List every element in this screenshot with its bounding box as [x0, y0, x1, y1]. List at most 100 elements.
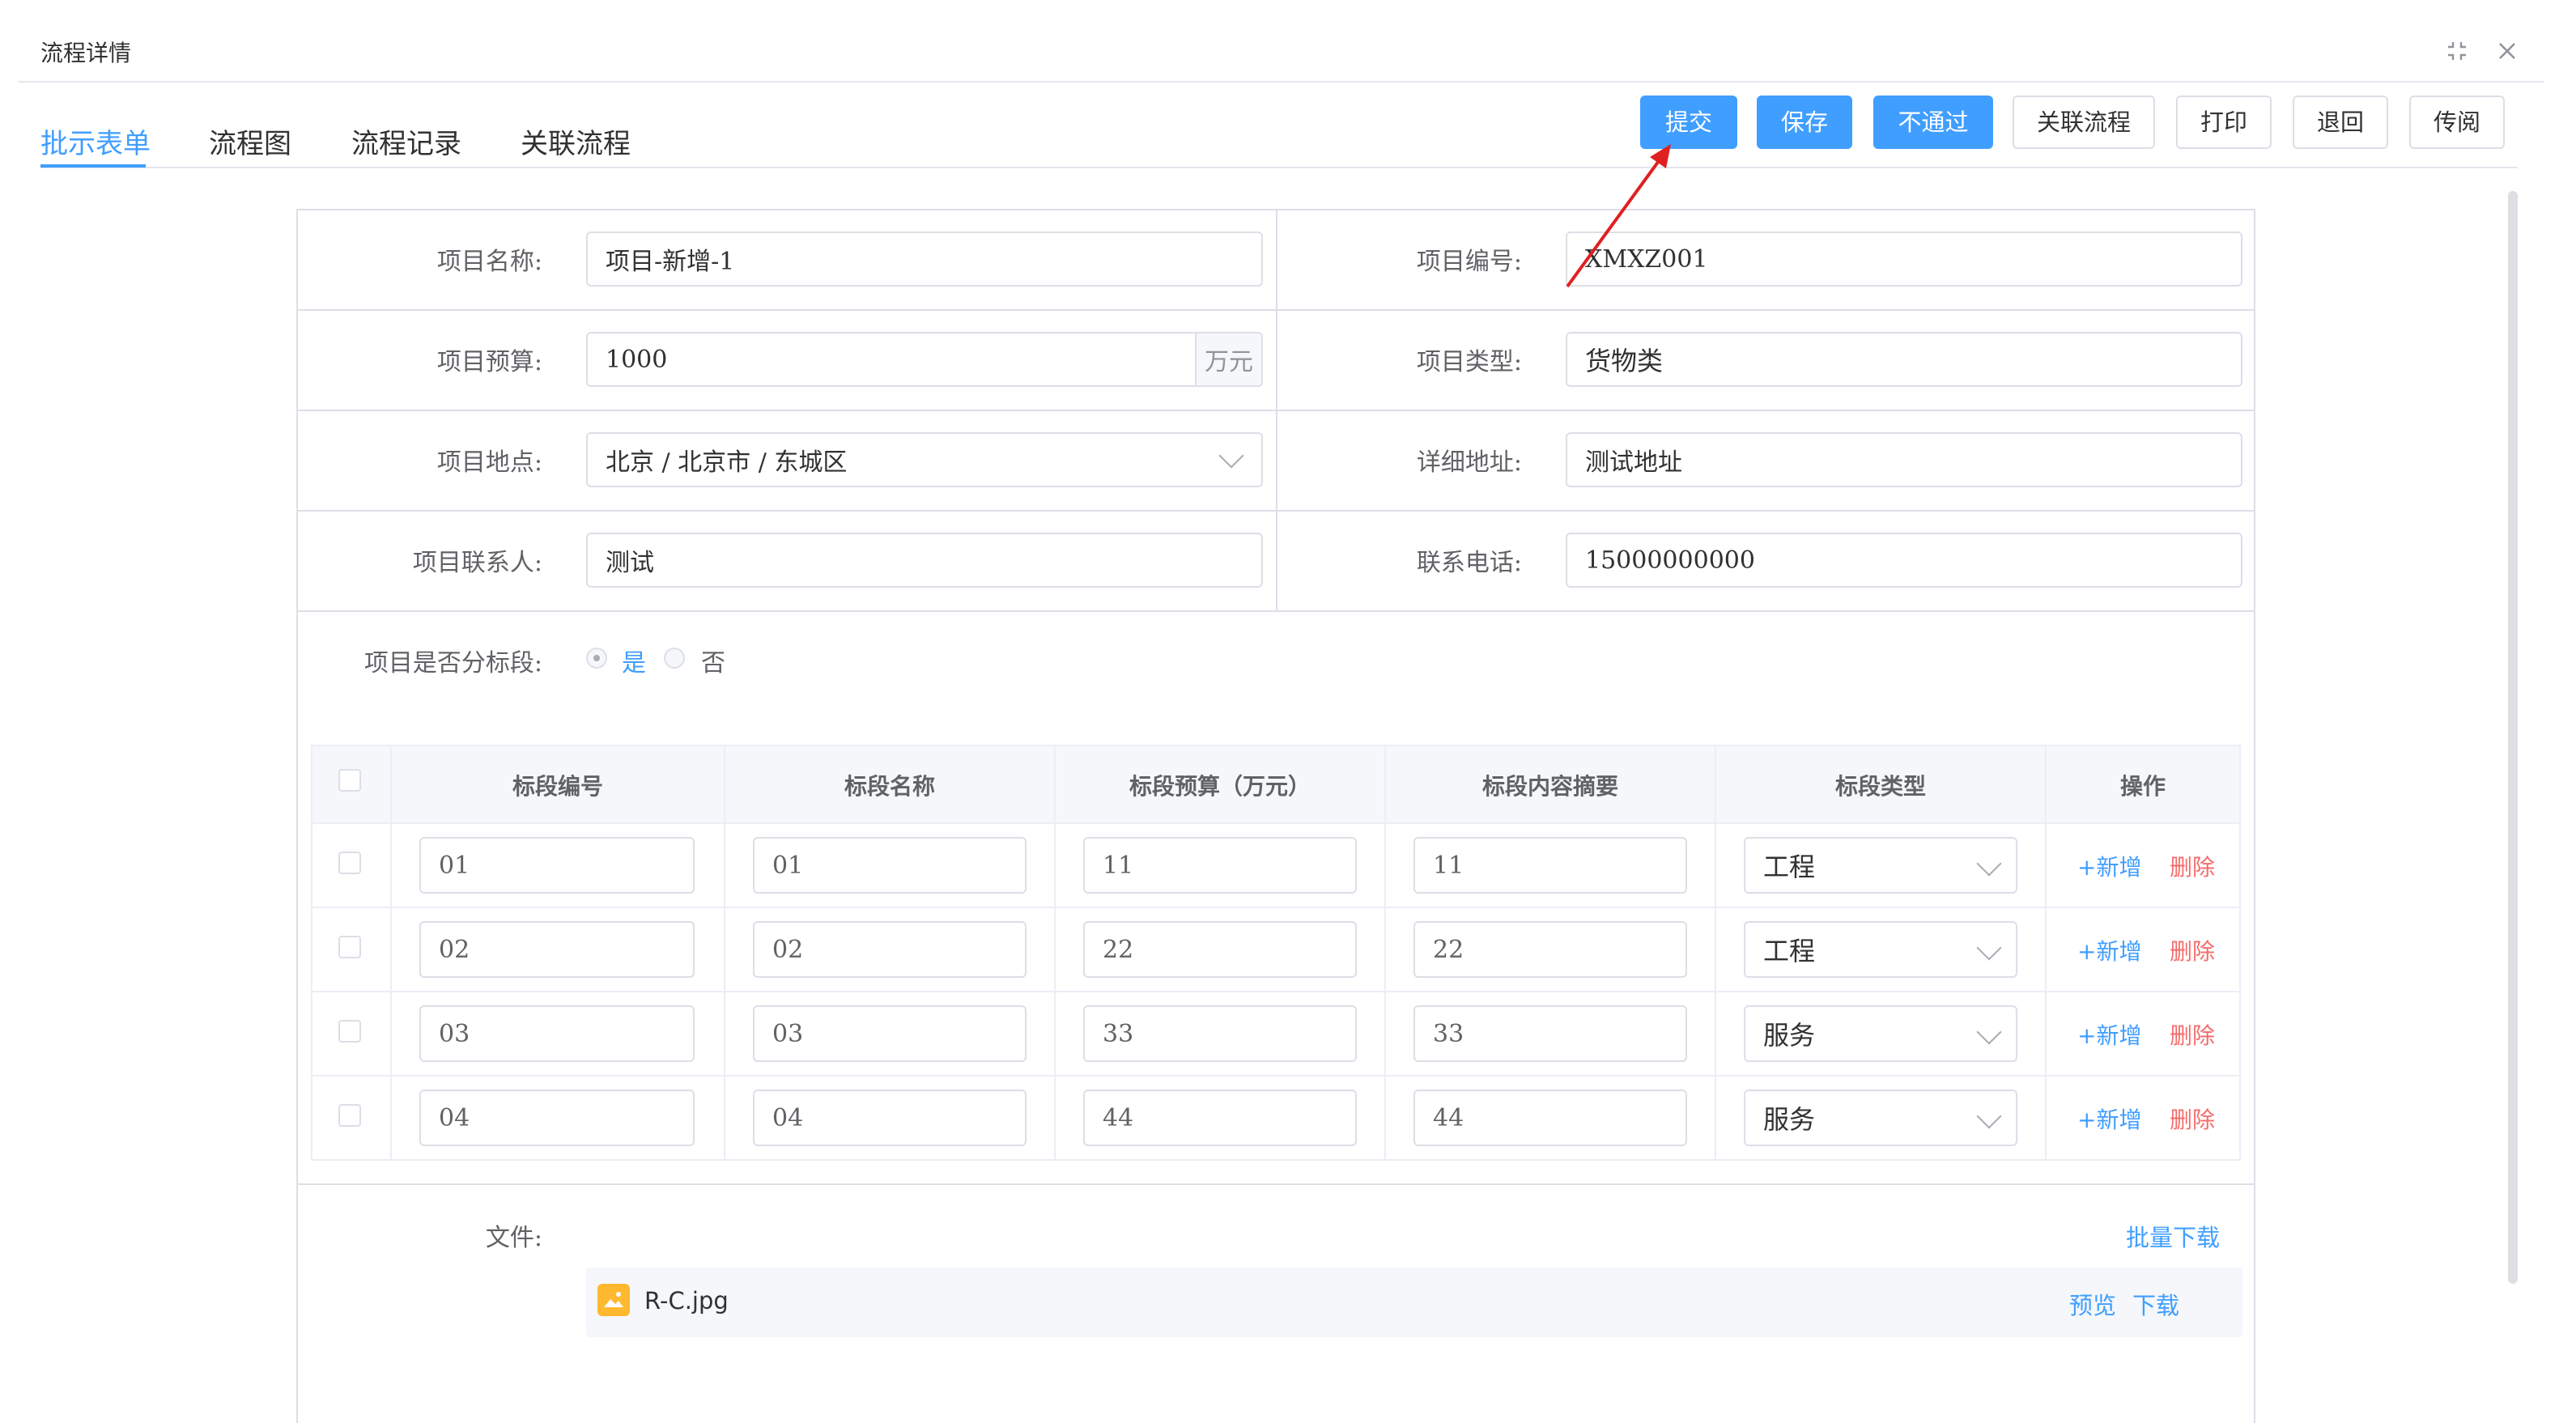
project-name-label: 项目名称:	[436, 248, 542, 276]
location-value: 北京 / 北京市 / 东城区	[606, 448, 848, 477]
segment-code-input[interactable]: 02	[419, 921, 695, 978]
print-button[interactable]: 打印	[2176, 96, 2272, 149]
file-download-link[interactable]: 下载	[2132, 1287, 2179, 1321]
segment-summary-input[interactable]: 22	[1413, 921, 1687, 978]
tab-active-indicator	[40, 164, 146, 168]
tabs-divider	[40, 167, 2518, 168]
minimize-icon[interactable]	[2443, 37, 2471, 65]
project-name-input[interactable]: 项目-新增-1	[586, 232, 1263, 287]
radio-no[interactable]	[664, 648, 685, 669]
cell-value: 01	[439, 851, 470, 880]
segment-type-select[interactable]: 服务	[1744, 1090, 2017, 1146]
segment-code-input[interactable]: 01	[419, 837, 695, 894]
delete-row-link[interactable]: 删除	[2170, 850, 2215, 882]
radio-no-label[interactable]: 否	[701, 643, 725, 678]
header-segment-name: 标段名称	[844, 773, 935, 800]
return-button[interactable]: 退回	[2293, 96, 2388, 149]
segment-type-select[interactable]: 服务	[1744, 1005, 2017, 1062]
segment-summary-input[interactable]: 33	[1413, 1005, 1687, 1062]
address-input[interactable]: 测试地址	[1566, 432, 2242, 487]
project-type-label: 项目类型:	[1416, 348, 1522, 376]
phone-label: 联系电话:	[1416, 549, 1522, 577]
select-value: 工程	[1763, 936, 1816, 966]
select-all-checkbox[interactable]	[338, 769, 361, 792]
segment-code-input[interactable]: 03	[419, 1005, 695, 1062]
budget-unit: 万元	[1195, 333, 1261, 385]
segment-summary-input[interactable]: 44	[1413, 1090, 1687, 1146]
budget-input[interactable]: 1000 万元	[586, 332, 1263, 387]
delete-row-link[interactable]: 删除	[2170, 1018, 2215, 1051]
segment-code-input[interactable]: 04	[419, 1090, 695, 1146]
project-name-value: 项目-新增-1	[606, 248, 735, 276]
radio-yes[interactable]	[586, 648, 607, 669]
table-row-divider	[312, 991, 2239, 992]
segment-name-input[interactable]: 04	[753, 1090, 1027, 1146]
delete-row-link[interactable]: 删除	[2170, 934, 2215, 966]
segment-name-input[interactable]: 02	[753, 921, 1027, 978]
row-checkbox[interactable]	[338, 1104, 361, 1127]
select-value: 工程	[1763, 852, 1816, 882]
radio-dot	[593, 655, 600, 661]
close-icon[interactable]	[2493, 37, 2521, 65]
project-type-input[interactable]: 货物类	[1566, 332, 2242, 387]
reject-button[interactable]: 不通过	[1873, 96, 1993, 149]
circulate-button[interactable]: 传阅	[2409, 96, 2505, 149]
project-type-value: 货物类	[1585, 346, 1664, 376]
delete-row-link[interactable]: 删除	[2170, 1102, 2215, 1135]
select-value: 服务	[1763, 1104, 1816, 1135]
chevron-down-icon	[1218, 443, 1244, 469]
tab-related-flows[interactable]: 关联流程	[521, 121, 631, 161]
cell-value: 11	[1433, 851, 1464, 880]
add-row-link[interactable]: +新增	[2077, 1102, 2141, 1135]
batch-download-link[interactable]: 批量下载	[2126, 1219, 2220, 1253]
chevron-down-icon	[1976, 1103, 2002, 1129]
project-code-input[interactable]: XMXZ001	[1566, 232, 2242, 287]
segment-type-select[interactable]: 工程	[1744, 921, 2017, 978]
add-row-link[interactable]: +新增	[2077, 850, 2141, 882]
location-label: 项目地点:	[436, 448, 542, 477]
file-preview-link[interactable]: 预览	[2069, 1287, 2116, 1321]
phone-input[interactable]: 15000000000	[1566, 533, 2242, 588]
form-row-divider	[296, 1183, 2255, 1185]
table-row-divider	[312, 1075, 2239, 1077]
segment-summary-input[interactable]: 11	[1413, 837, 1687, 894]
radio-yes-label[interactable]: 是	[622, 643, 646, 678]
segment-budget-input[interactable]: 11	[1083, 837, 1357, 894]
address-value: 测试地址	[1585, 448, 1682, 477]
cell-value: 01	[772, 851, 804, 880]
table-col-divider	[1384, 746, 1386, 1159]
header-segment-type: 标段类型	[1834, 773, 1926, 800]
related-flow-button[interactable]: 关联流程	[2013, 96, 2155, 149]
segment-name-input[interactable]: 03	[753, 1005, 1027, 1062]
scrollbar[interactable]	[2508, 191, 2518, 1284]
add-label: 新增	[2096, 1107, 2142, 1133]
row-checkbox[interactable]	[338, 1020, 361, 1043]
location-cascader[interactable]: 北京 / 北京市 / 东城区	[586, 432, 1263, 487]
tab-flow-records[interactable]: 流程记录	[351, 121, 461, 161]
cell-value: 33	[1103, 1019, 1134, 1048]
save-button[interactable]: 保存	[1757, 96, 1852, 149]
table-col-divider	[724, 746, 725, 1159]
tab-flow-chart[interactable]: 流程图	[209, 121, 291, 161]
segment-name-input[interactable]: 01	[753, 837, 1027, 894]
segment-budget-input[interactable]: 44	[1083, 1090, 1357, 1146]
segment-budget-input[interactable]: 22	[1083, 921, 1357, 978]
tab-approval-form[interactable]: 批示表单	[40, 121, 151, 161]
segment-budget-input[interactable]: 33	[1083, 1005, 1357, 1062]
add-row-link[interactable]: +新增	[2077, 1018, 2141, 1051]
add-label: 新增	[2096, 938, 2142, 965]
add-row-link[interactable]: +新增	[2077, 934, 2141, 966]
chevron-down-icon	[1976, 851, 2002, 877]
segment-type-select[interactable]: 工程	[1744, 837, 2017, 894]
file-item	[586, 1268, 2242, 1337]
table-col-divider	[2045, 746, 2047, 1159]
row-checkbox[interactable]	[338, 852, 361, 874]
cell-value: 02	[439, 935, 470, 964]
header-segment-summary: 标段内容摘要	[1481, 773, 1618, 800]
files-label: 文件:	[485, 1224, 542, 1252]
contact-input[interactable]: 测试	[586, 533, 1263, 588]
row-checkbox[interactable]	[338, 936, 361, 958]
contact-label: 项目联系人:	[412, 549, 542, 577]
project-code-label: 项目编号:	[1416, 248, 1522, 276]
submit-button[interactable]: 提交	[1640, 96, 1737, 149]
